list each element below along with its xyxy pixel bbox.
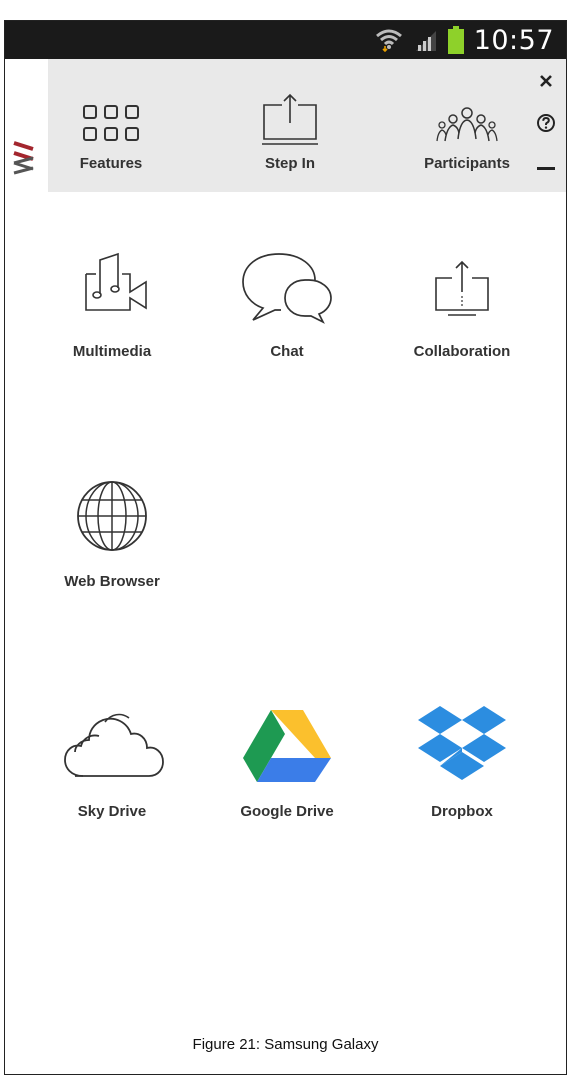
help-button[interactable] xyxy=(534,111,558,135)
participants-button[interactable]: Participants xyxy=(411,59,523,192)
web-browser-label: Web Browser xyxy=(64,573,160,590)
minimize-icon xyxy=(537,167,555,170)
collaboration-label: Collaboration xyxy=(413,343,511,360)
sky-drive-label: Sky Drive xyxy=(77,803,147,820)
signal-icon xyxy=(415,31,436,51)
collaboration-icon xyxy=(435,260,489,316)
status-bar: 10:57 xyxy=(5,21,566,59)
wifi-icon xyxy=(375,29,402,52)
grid-icon xyxy=(83,105,139,141)
participants-label: Participants xyxy=(424,155,510,172)
help-icon xyxy=(537,114,555,132)
upload-screen-icon xyxy=(262,93,318,145)
chat-label: Chat xyxy=(270,343,304,360)
globe-icon xyxy=(77,481,147,551)
figure-caption: Figure 21: Samsung Galaxy xyxy=(192,1036,379,1053)
logo-strip xyxy=(5,59,49,192)
battery-icon xyxy=(447,26,464,54)
chat-tile[interactable]: Chat xyxy=(197,241,377,360)
features-button[interactable]: Features xyxy=(57,59,165,192)
status-time: 10:57 xyxy=(473,24,554,56)
dropbox-label: Dropbox xyxy=(431,803,493,820)
minimize-button[interactable] xyxy=(534,157,558,181)
cloud-icon xyxy=(64,713,164,777)
sky-drive-tile[interactable]: Sky Drive xyxy=(22,701,202,820)
participants-icon xyxy=(436,107,498,142)
device-frame: 10:57 Features Step In Participants Mult… xyxy=(4,20,567,1075)
web-browser-tile[interactable]: Web Browser xyxy=(22,471,202,590)
toolbar: Features Step In Participants xyxy=(5,59,566,192)
step-in-label: Step In xyxy=(264,155,315,172)
multimedia-tile[interactable]: Multimedia xyxy=(22,241,202,360)
toolbar-bar: Features Step In Participants xyxy=(49,59,566,192)
google-drive-label: Google Drive xyxy=(240,803,334,820)
multimedia-label: Multimedia xyxy=(72,343,152,360)
close-icon xyxy=(540,75,552,87)
step-in-button[interactable]: Step In xyxy=(235,59,345,192)
chat-icon xyxy=(242,253,332,324)
dropbox-icon xyxy=(418,706,506,780)
collaboration-tile[interactable]: Collaboration xyxy=(372,241,552,360)
google-drive-icon xyxy=(243,710,331,782)
features-label: Features xyxy=(79,155,143,172)
dropbox-tile[interactable]: Dropbox xyxy=(372,701,552,820)
multimedia-icon xyxy=(85,252,147,311)
google-drive-tile[interactable]: Google Drive xyxy=(197,701,377,820)
via-logo-icon xyxy=(13,141,34,175)
close-button[interactable] xyxy=(534,69,558,93)
